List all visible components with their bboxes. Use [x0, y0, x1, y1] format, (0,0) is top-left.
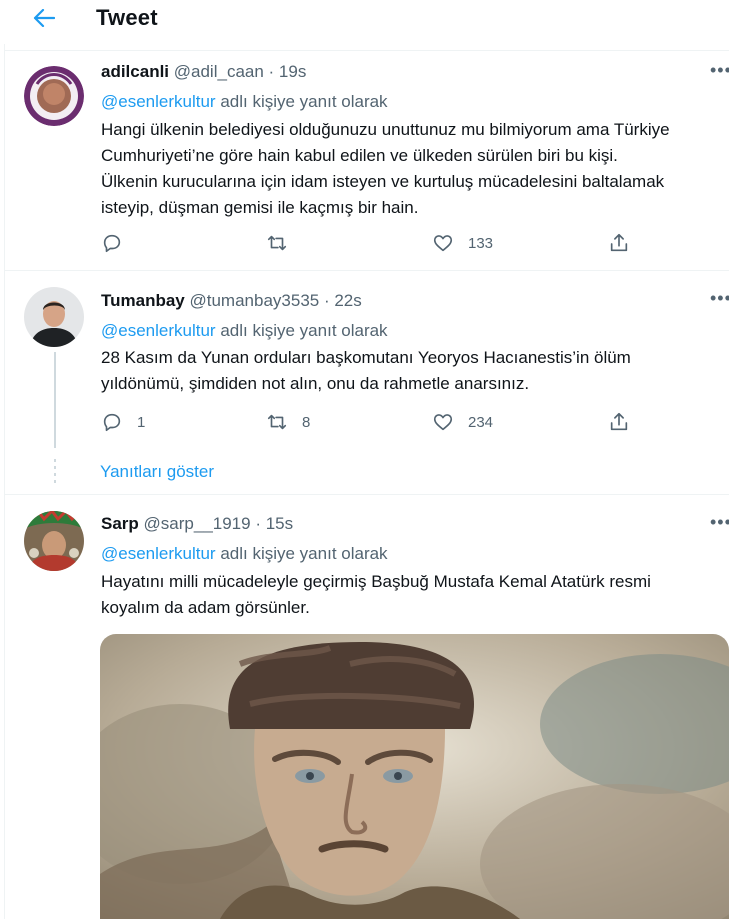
retweet-icon [267, 235, 287, 251]
heart-icon [433, 414, 453, 431]
reply-icon [103, 234, 121, 253]
more-options-button[interactable]: ••• [710, 288, 729, 309]
reply-context-text: adlı kişiye yanıt olarak [215, 92, 388, 111]
avatar-image [24, 66, 84, 126]
retweet-count: 8 [302, 413, 311, 431]
retweet-button[interactable]: 8 [266, 411, 310, 433]
arrow-left-icon [33, 9, 55, 27]
tweet-time[interactable]: · 15s [255, 514, 293, 533]
tweet-photo[interactable] [100, 634, 729, 919]
like-button[interactable]: 133 [432, 232, 493, 254]
page-title: Tweet [96, 5, 158, 30]
avatar[interactable] [24, 287, 84, 347]
more-options-button[interactable]: ••• [710, 512, 729, 533]
mention-link[interactable]: @esenlerkultur [101, 92, 216, 111]
like-button[interactable]: 234 [432, 411, 493, 433]
tweet-author[interactable]: Tumanbay @tumanbay3535 · 22s [101, 291, 362, 311]
column-border [4, 44, 5, 919]
reply-context: @esenlerkultur adlı kişiye yanıt olarak [101, 92, 388, 112]
tweet-text: Hayatını milli mücadeleyle geçirmiş Başb… [101, 572, 651, 617]
back-button[interactable] [30, 6, 58, 30]
reply-button[interactable] [101, 232, 137, 254]
reply-context: @esenlerkultur adlı kişiye yanıt olarak [101, 544, 388, 564]
reply-button[interactable]: 1 [101, 411, 145, 433]
top-bar: Tweet [0, 0, 729, 44]
user-handle[interactable]: @tumanbay3535 [190, 291, 320, 310]
reply-icon [103, 413, 121, 432]
retweet-icon [267, 414, 287, 430]
user-handle[interactable]: @sarp__1919 [144, 514, 251, 533]
mention-link[interactable]: @esenlerkultur [101, 544, 216, 563]
divider [4, 494, 729, 495]
share-button[interactable] [608, 232, 630, 254]
retweet-button[interactable] [266, 232, 302, 254]
portrait-image [100, 634, 729, 919]
tweet-author[interactable]: Sarp @sarp__1919 · 15s [101, 514, 293, 534]
reply-context-text: adlı kişiye yanıt olarak [215, 321, 388, 340]
share-icon [610, 412, 628, 431]
display-name[interactable]: Tumanbay [101, 291, 185, 310]
show-replies-link[interactable]: Yanıtları göster [100, 462, 214, 482]
tweet-author[interactable]: adilcanli @adil_caan · 19s [101, 62, 306, 82]
display-name[interactable]: Sarp [101, 514, 139, 533]
tweet-time[interactable]: · 19s [269, 62, 307, 81]
thread-dots [54, 459, 56, 483]
heart-icon [433, 235, 453, 252]
tweet-text: Hangi ülkenin belediyesi olduğunuzu unut… [101, 120, 670, 217]
reply-count: 1 [137, 413, 146, 431]
divider [4, 270, 729, 271]
like-count: 234 [468, 413, 494, 431]
mention-link[interactable]: @esenlerkultur [101, 321, 216, 340]
more-options-button[interactable]: ••• [710, 60, 729, 81]
avatar-image [24, 511, 84, 571]
tweet-time[interactable]: · 22s [324, 291, 362, 310]
display-name[interactable]: adilcanli [101, 62, 169, 81]
share-button[interactable] [608, 411, 630, 433]
reply-context-text: adlı kişiye yanıt olarak [215, 544, 388, 563]
thread-line [54, 352, 56, 448]
avatar-image [24, 287, 84, 347]
share-icon [610, 233, 628, 252]
like-count: 133 [468, 234, 494, 252]
tweet-text: 28 Kasım da Yunan orduları başkomutanı Y… [101, 348, 631, 393]
avatar[interactable] [24, 511, 84, 571]
reply-context: @esenlerkultur adlı kişiye yanıt olarak [101, 321, 388, 341]
user-handle[interactable]: @adil_caan [174, 62, 264, 81]
divider [4, 50, 729, 51]
avatar[interactable] [24, 66, 84, 126]
